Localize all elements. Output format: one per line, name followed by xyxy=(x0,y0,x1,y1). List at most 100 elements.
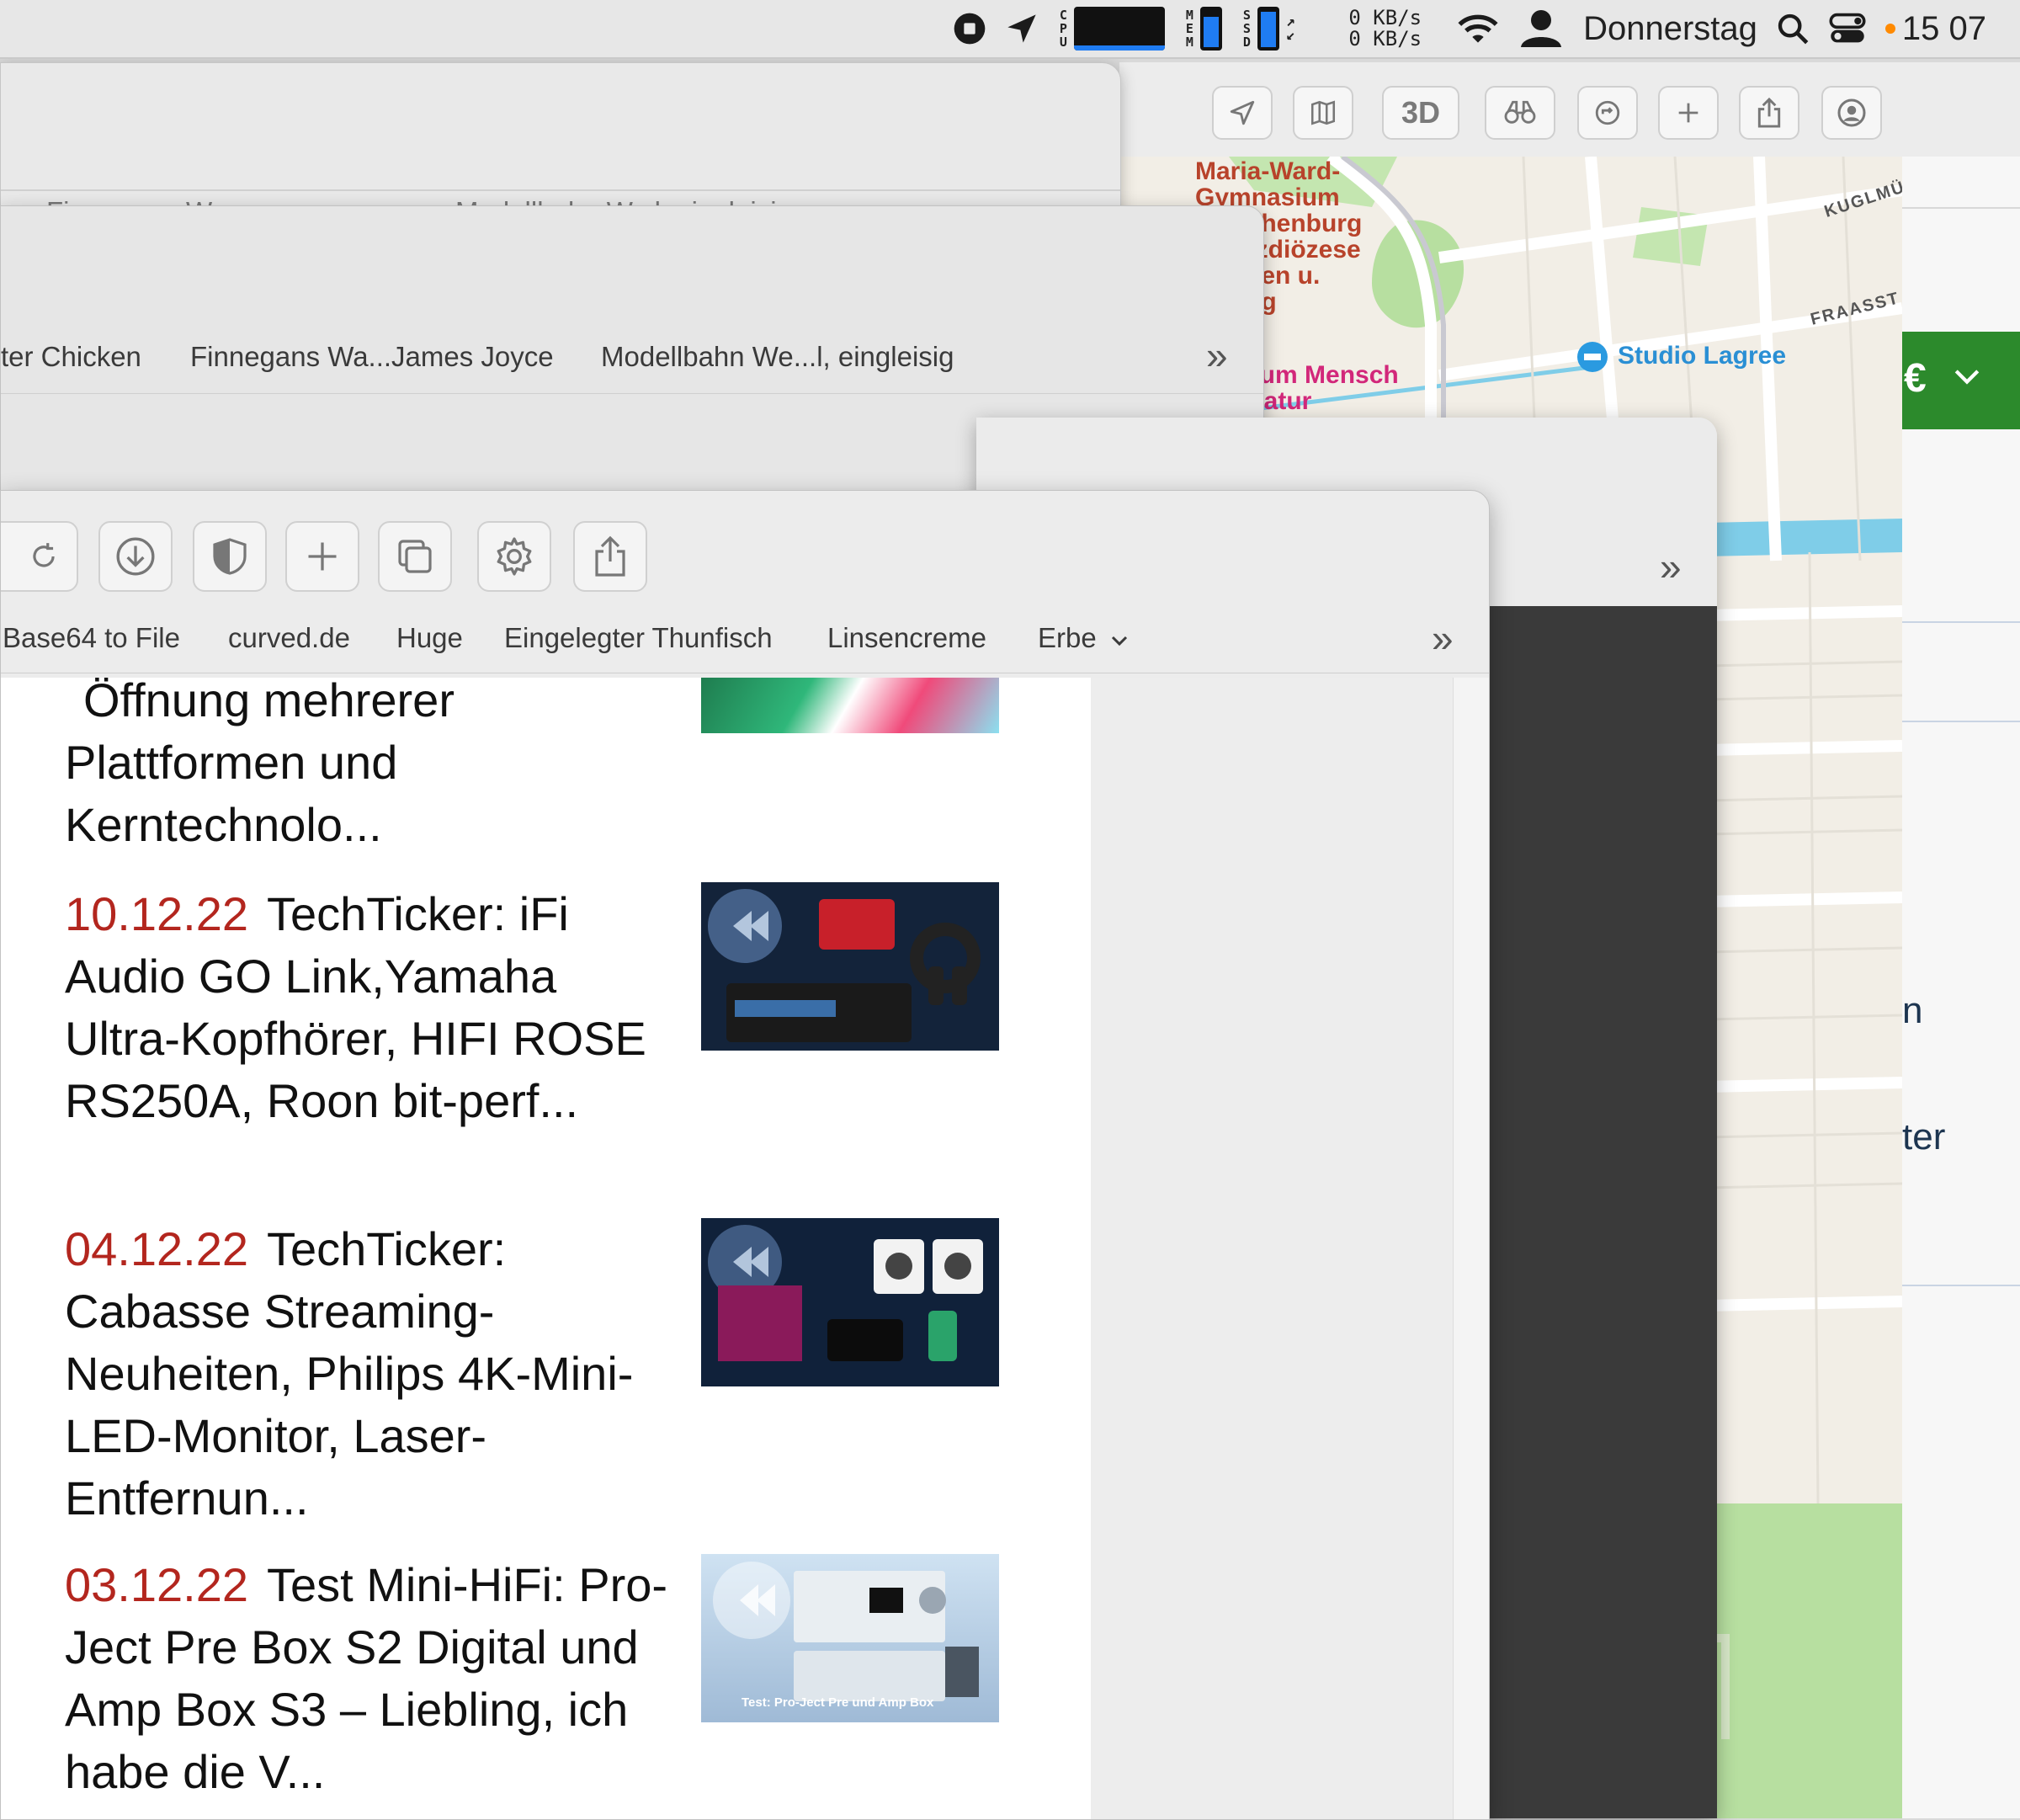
reload-icon xyxy=(33,543,55,567)
download-icon xyxy=(116,537,155,576)
account-icon xyxy=(1837,98,1866,127)
article-list: Öffnung mehrerer Plattformen und Kerntec… xyxy=(1,678,1091,1819)
map-label-museum[interactable]: eum Mensch Natur xyxy=(1246,362,1399,414)
downloads-button[interactable] xyxy=(98,521,173,592)
chevron-down-icon xyxy=(1954,370,1980,385)
bookmark-folder-erbe[interactable]: Erbe xyxy=(1038,622,1130,654)
bookmarks-overflow-chevron[interactable]: » xyxy=(1432,615,1454,661)
side-fragment-n: n xyxy=(1902,990,1923,1031)
safari-toolbar xyxy=(1,491,1489,605)
location-arrow-icon[interactable] xyxy=(1005,12,1039,45)
orange-dot-indicator xyxy=(1884,24,1895,34)
bookmarks-bar: ter Chicken Finnegans Wa...James Joyce M… xyxy=(1,206,1263,394)
menubar-clock[interactable]: 15 07 xyxy=(1884,9,1986,48)
add-button[interactable] xyxy=(1658,86,1719,140)
rotate-button[interactable] xyxy=(1577,86,1638,140)
rotate-icon xyxy=(1595,100,1620,125)
bookmark-item[interactable]: Base64 to File xyxy=(3,622,180,654)
wifi-icon[interactable] xyxy=(1457,12,1499,45)
maps-toolbar: 3D xyxy=(1119,62,2020,157)
new-tab-button[interactable] xyxy=(285,521,359,592)
article-date: 03.12.22 xyxy=(65,1558,248,1611)
share-icon xyxy=(1757,97,1781,128)
chevron-down-icon xyxy=(1111,636,1127,647)
list-item[interactable]: 04.12.22 TechTicker: Cabasse Streaming-Ne… xyxy=(65,1218,679,1530)
map-icon xyxy=(1310,100,1336,125)
account-button[interactable] xyxy=(1821,86,1882,140)
page-content: Öffnung mehrerer Plattformen und Kerntec… xyxy=(1,678,1489,1819)
side-fragment-ter: ter xyxy=(1902,1116,1946,1157)
map-mode-button[interactable] xyxy=(1293,86,1353,140)
new-tab-icon xyxy=(308,542,337,571)
record-icon[interactable] xyxy=(953,12,986,45)
settings-button[interactable] xyxy=(477,521,551,592)
bookmark-item[interactable]: Linsencreme xyxy=(827,622,986,654)
ssd-gauge xyxy=(1257,7,1280,51)
3d-label: 3D xyxy=(1401,95,1441,130)
article-thumbnail[interactable]: Test: Pro-Ject Pre und Amp Box xyxy=(701,1554,999,1722)
list-item[interactable]: 03.12.22 Test Mini-HiFi: Pro-Ject Pre Box… xyxy=(65,1554,679,1803)
map-label-studio[interactable]: Studio Lagree xyxy=(1618,342,1786,370)
map-label-line: Maria-Ward- xyxy=(1195,157,1341,185)
menubar-day[interactable]: Donnerstag xyxy=(1583,10,1757,48)
maps-side-panel: € n ter xyxy=(1902,157,2020,1818)
bookmark-item[interactable]: Huge xyxy=(396,622,463,654)
euro-label: € xyxy=(1904,356,1927,401)
look-around-button[interactable] xyxy=(1485,86,1555,140)
cpu-monitor[interactable]: CPU xyxy=(1057,7,1166,51)
article-title: Öffnung mehrerer Plattformen und Kerntec… xyxy=(65,678,454,851)
memory-monitor[interactable]: MEM xyxy=(1183,7,1223,51)
location-arrow-icon xyxy=(1230,100,1255,125)
io-arrows-icon: ↗ ↙ xyxy=(1285,13,1295,44)
share-button[interactable] xyxy=(1739,86,1799,140)
tabs-overview-icon xyxy=(398,540,432,573)
net-download: 0 KB/s xyxy=(1348,27,1422,51)
menu-bar: CPU MEM SSD ↗ ↙ 0 KB/s 0 KB/s Donnerstag … xyxy=(0,0,2020,59)
ssd-monitor[interactable]: SSD ↗ ↙ xyxy=(1241,7,1296,51)
tab-overview-button[interactable] xyxy=(378,521,452,592)
control-center-icon[interactable] xyxy=(1828,12,1867,45)
user-icon[interactable] xyxy=(1518,8,1565,50)
mem-label: MEM xyxy=(1185,8,1193,50)
list-item[interactable]: Öffnung mehrerer Plattformen und Kerntec… xyxy=(65,678,679,856)
cpu-label: CPU xyxy=(1059,8,1067,50)
share-button[interactable] xyxy=(573,521,647,592)
bookmark-item[interactable]: Modellbahn We...l, eingleisig xyxy=(601,341,954,373)
bookmark-item[interactable]: ter Chicken xyxy=(1,341,141,373)
share-icon xyxy=(595,535,625,577)
map-label-line: eum Mensch xyxy=(1246,361,1399,389)
binoculars-icon xyxy=(1504,100,1536,124)
bookmarks-bar: Base64 to File curved.de Huge Eingelegte… xyxy=(1,605,1489,673)
network-monitor[interactable]: 0 KB/s 0 KB/s xyxy=(1348,8,1422,50)
article-thumbnail[interactable] xyxy=(701,882,999,1051)
plus-icon xyxy=(1678,103,1698,123)
search-icon[interactable] xyxy=(1776,12,1810,45)
3d-button[interactable]: 3D xyxy=(1382,86,1459,140)
net-upload: 0 KB/s xyxy=(1348,6,1422,29)
settings-icon xyxy=(497,537,532,576)
map-label-line: Natur xyxy=(1246,387,1312,415)
address-bar-end[interactable] xyxy=(1,521,78,592)
thumbnail-image xyxy=(708,1225,983,1361)
bookmarks-overflow-chevron[interactable]: » xyxy=(1660,544,1682,589)
article-thumbnail[interactable] xyxy=(701,678,999,733)
article-thumbnail[interactable] xyxy=(701,1218,999,1386)
safari-window-front: Base64 to File curved.de Huge Eingelegte… xyxy=(0,490,1490,1820)
map-label-school[interactable]: Maria-Ward- Gymnasium xyxy=(1195,158,1340,210)
list-item[interactable]: 10.12.22 TechTicker: iFi Audio GO Link,Ya… xyxy=(65,883,679,1132)
bookmarks-overflow-chevron[interactable]: » xyxy=(1206,333,1228,378)
article-date: 10.12.22 xyxy=(65,887,248,940)
privacy-report-button[interactable] xyxy=(193,521,267,592)
thumbnail-caption: Test: Pro-Ject Pre und Amp Box xyxy=(742,1695,934,1710)
cpu-graph xyxy=(1074,7,1166,51)
thumbnail-image xyxy=(708,889,981,1042)
bookmark-item[interactable]: Eingelegter Thunfisch xyxy=(504,622,773,654)
green-banner[interactable]: € xyxy=(1902,332,2020,429)
bookmark-item[interactable]: curved.de xyxy=(228,622,350,654)
bookmark-item[interactable]: Finnegans Wa...James Joyce xyxy=(190,341,554,373)
shield-icon xyxy=(213,538,247,575)
clock-time: 15 07 xyxy=(1901,9,1986,47)
article-date: 04.12.22 xyxy=(65,1222,248,1275)
page-scrollbar-area[interactable] xyxy=(1453,678,1489,1819)
location-arrow-button[interactable] xyxy=(1212,86,1273,140)
